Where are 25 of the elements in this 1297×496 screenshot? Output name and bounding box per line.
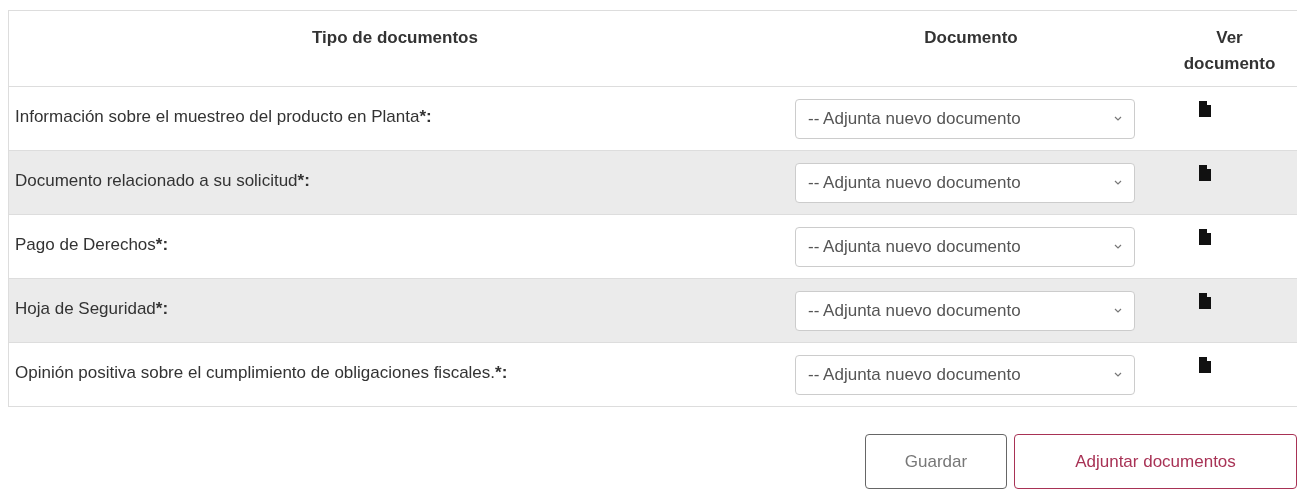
document-icon[interactable] bbox=[1198, 165, 1211, 181]
document-select[interactable]: -- Adjunta nuevo documento bbox=[795, 355, 1135, 395]
document-select[interactable]: -- Adjunta nuevo documento bbox=[795, 163, 1135, 203]
document-select[interactable]: -- Adjunta nuevo documento bbox=[795, 227, 1135, 267]
document-type-label: Opinión positiva sobre el cumplimiento de obligaciones fiscales.*: bbox=[15, 363, 508, 382]
chevron-down-icon bbox=[1114, 244, 1122, 250]
document-icon[interactable] bbox=[1198, 101, 1211, 117]
document-type-label: Hoja de Seguridad*: bbox=[15, 299, 169, 318]
document-select[interactable]: -- Adjunta nuevo documento bbox=[795, 291, 1135, 331]
document-icon[interactable] bbox=[1198, 293, 1211, 309]
document-select[interactable]: -- Adjunta nuevo documento bbox=[795, 99, 1135, 139]
chevron-down-icon bbox=[1114, 116, 1122, 122]
document-type-label: Documento relacionado a su solicitud*: bbox=[15, 171, 310, 190]
document-icon[interactable] bbox=[1198, 357, 1211, 373]
column-header: Documento bbox=[924, 27, 1018, 49]
attach-documents-button[interactable]: Adjuntar documentos bbox=[1014, 434, 1297, 489]
document-icon[interactable] bbox=[1198, 229, 1211, 245]
column-header: Tipo de documentos bbox=[312, 27, 478, 49]
document-type-label: Información sobre el muestreo del producto en Planta*: bbox=[15, 107, 432, 126]
column-header: Ver documento bbox=[1182, 27, 1277, 75]
chevron-down-icon bbox=[1114, 180, 1122, 186]
chevron-down-icon bbox=[1114, 372, 1122, 378]
save-button[interactable]: Guardar bbox=[865, 434, 1007, 489]
chevron-down-icon bbox=[1114, 308, 1122, 314]
document-type-label: Pago de Derechos*: bbox=[15, 235, 169, 254]
